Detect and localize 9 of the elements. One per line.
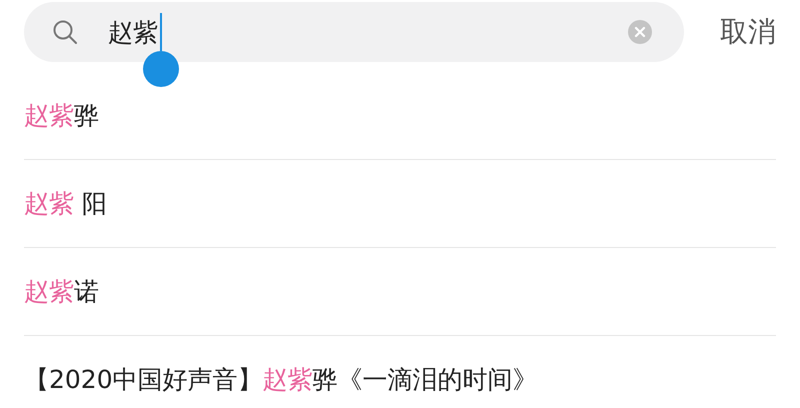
suggestion-item[interactable]: 赵紫 阳 <box>24 187 107 220</box>
search-icon <box>52 19 78 45</box>
suggestion-item[interactable]: 赵紫骅 <box>24 99 99 132</box>
cancel-button[interactable]: 取消 <box>720 13 776 51</box>
suggestion-item[interactable]: 【2020中国好声音】赵紫骅《一滴泪的时间》 <box>24 363 538 396</box>
search-value: 赵紫 <box>108 16 158 48</box>
selection-handle[interactable] <box>143 51 179 87</box>
suggestion-item[interactable]: 赵紫诺 <box>24 275 99 308</box>
clear-icon[interactable] <box>628 20 652 44</box>
